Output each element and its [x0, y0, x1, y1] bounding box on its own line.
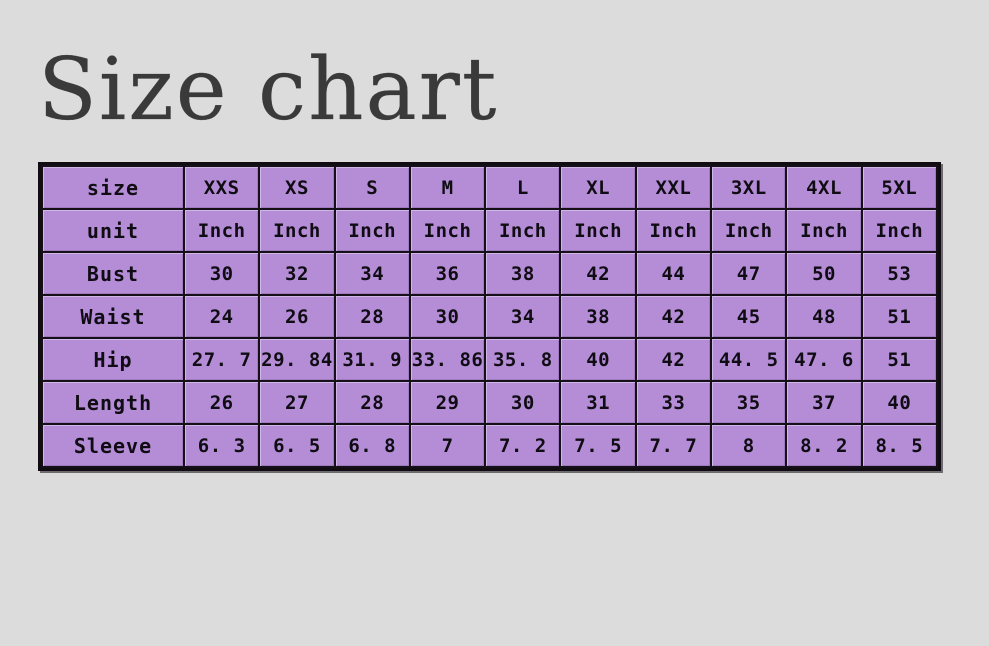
- cell-hip-l: 35. 8: [486, 339, 560, 380]
- cell-bust-l: 38: [486, 253, 560, 294]
- row-label-length: Length: [43, 382, 183, 423]
- cell-waist-xs: 26: [260, 296, 334, 337]
- row-label-unit: unit: [43, 210, 183, 251]
- cell-hip-xxl: 42: [636, 339, 711, 380]
- cell-size-3xl: 3XL: [712, 167, 786, 208]
- cell-bust-xs: 32: [260, 253, 334, 294]
- cell-sleeve-xxs: 6. 3: [185, 425, 259, 466]
- cell-size-xs: XS: [260, 167, 334, 208]
- cell-length-xl: 31: [561, 382, 635, 423]
- cell-sleeve-5xl: 8. 5: [862, 425, 936, 466]
- row-label-sleeve: Sleeve: [43, 425, 183, 466]
- table-row: Waist 24 26 28 30 34 38 42 45 48 51: [43, 296, 936, 337]
- size-chart-table-container: size XXS XS S M L XL XXL 3XL 4XL 5XL unit Inch Inch In…: [38, 162, 941, 471]
- cell-bust-xxl: 44: [636, 253, 711, 294]
- cell-bust-4xl: 50: [787, 253, 861, 294]
- cell-bust-xl: 42: [561, 253, 635, 294]
- cell-length-4xl: 37: [787, 382, 861, 423]
- cell-hip-3xl: 44. 5: [712, 339, 786, 380]
- cell-length-xxs: 26: [185, 382, 259, 423]
- cell-length-s: 28: [335, 382, 409, 423]
- cell-waist-5xl: 51: [862, 296, 936, 337]
- cell-hip-4xl: 47. 6: [787, 339, 861, 380]
- table-row: Bust 30 32 34 36 38 42 44 47 50 53: [43, 253, 936, 294]
- row-label-hip: Hip: [43, 339, 183, 380]
- cell-length-3xl: 35: [712, 382, 786, 423]
- cell-unit-s: Inch: [335, 210, 409, 251]
- cell-bust-5xl: 53: [862, 253, 936, 294]
- cell-bust-3xl: 47: [712, 253, 786, 294]
- cell-sleeve-xxl: 7. 7: [636, 425, 711, 466]
- cell-size-xxl: XXL: [636, 167, 711, 208]
- cell-size-5xl: 5XL: [862, 167, 936, 208]
- cell-length-xxl: 33: [636, 382, 711, 423]
- cell-size-4xl: 4XL: [787, 167, 861, 208]
- cell-unit-xxl: Inch: [636, 210, 711, 251]
- table-row: Length 26 27 28 29 30 31 33 35 37 40: [43, 382, 936, 423]
- cell-sleeve-m: 7: [410, 425, 485, 466]
- cell-hip-xs: 29. 84: [260, 339, 334, 380]
- cell-waist-4xl: 48: [787, 296, 861, 337]
- cell-unit-xl: Inch: [561, 210, 635, 251]
- cell-bust-s: 34: [335, 253, 409, 294]
- cell-unit-5xl: Inch: [862, 210, 936, 251]
- cell-unit-m: Inch: [410, 210, 485, 251]
- cell-size-xxs: XXS: [185, 167, 259, 208]
- cell-sleeve-l: 7. 2: [486, 425, 560, 466]
- cell-sleeve-3xl: 8: [712, 425, 786, 466]
- cell-waist-3xl: 45: [712, 296, 786, 337]
- cell-bust-xxs: 30: [185, 253, 259, 294]
- cell-sleeve-s: 6. 8: [335, 425, 409, 466]
- cell-hip-s: 31. 9: [335, 339, 409, 380]
- row-label-waist: Waist: [43, 296, 183, 337]
- cell-unit-xxs: Inch: [185, 210, 259, 251]
- cell-length-xs: 27: [260, 382, 334, 423]
- cell-unit-4xl: Inch: [787, 210, 861, 251]
- cell-waist-m: 30: [410, 296, 485, 337]
- cell-hip-xl: 40: [561, 339, 635, 380]
- cell-hip-5xl: 51: [862, 339, 936, 380]
- cell-waist-xxs: 24: [185, 296, 259, 337]
- table-row: unit Inch Inch Inch Inch Inch Inch Inch Inch Inch…: [43, 210, 936, 251]
- size-chart-table: size XXS XS S M L XL XXL 3XL 4XL 5XL unit Inch Inch In…: [41, 165, 938, 468]
- cell-hip-xxs: 27. 7: [185, 339, 259, 380]
- cell-sleeve-4xl: 8. 2: [787, 425, 861, 466]
- cell-unit-xs: Inch: [260, 210, 334, 251]
- cell-size-l: L: [486, 167, 560, 208]
- cell-waist-xl: 38: [561, 296, 635, 337]
- size-chart-page: Size chart size XXS XS S M L XL XXL 3XL 4XL 5XL uni…: [0, 0, 989, 646]
- cell-sleeve-xs: 6. 5: [260, 425, 334, 466]
- row-label-size: size: [43, 167, 183, 208]
- cell-unit-l: Inch: [486, 210, 560, 251]
- cell-size-xl: XL: [561, 167, 635, 208]
- cell-hip-m: 33. 86: [410, 339, 485, 380]
- cell-size-s: S: [335, 167, 409, 208]
- table-row: Hip 27. 7 29. 84 31. 9 33. 86 35. 8 40 42 44. 54…: [43, 339, 936, 380]
- cell-sleeve-xl: 7. 5: [561, 425, 635, 466]
- cell-length-m: 29: [410, 382, 485, 423]
- cell-waist-xxl: 42: [636, 296, 711, 337]
- cell-size-m: M: [410, 167, 485, 208]
- row-label-bust: Bust: [43, 253, 183, 294]
- size-chart-body: size XXS XS S M L XL XXL 3XL 4XL 5XL unit Inch Inch In…: [43, 167, 936, 466]
- cell-waist-s: 28: [335, 296, 409, 337]
- cell-bust-m: 36: [410, 253, 485, 294]
- page-title: Size chart: [38, 40, 499, 140]
- cell-waist-l: 34: [486, 296, 560, 337]
- cell-length-5xl: 40: [862, 382, 936, 423]
- table-row: Sleeve 6. 3 6. 5 6. 8 7 7. 2 7. 5 7. 7 8 8. 2 8. 5: [43, 425, 936, 466]
- table-row: size XXS XS S M L XL XXL 3XL 4XL 5XL: [43, 167, 936, 208]
- cell-unit-3xl: Inch: [712, 210, 786, 251]
- cell-length-l: 30: [486, 382, 560, 423]
